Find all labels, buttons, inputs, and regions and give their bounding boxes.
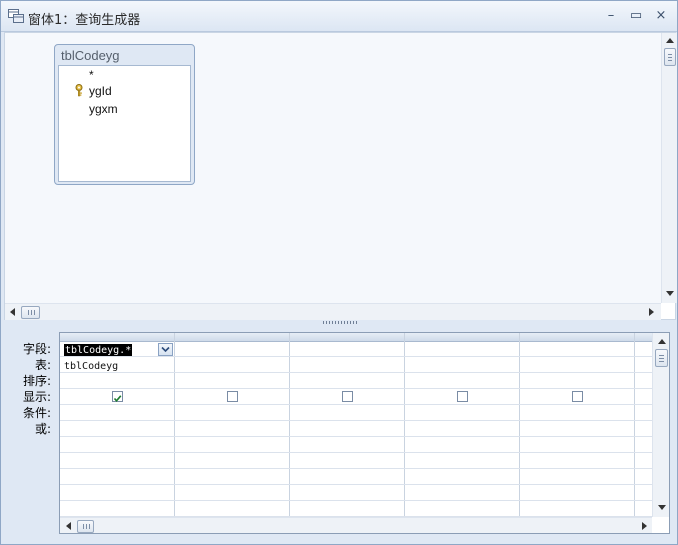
query-builder-window: 窗体1：查询生成器 – ▭ × tblCodeyg * ygId ygxm 字段… — [0, 0, 678, 545]
grid-column-6[interactable] — [635, 333, 652, 517]
upper-vertical-scrollbar[interactable] — [661, 33, 677, 303]
grid-column-4[interactable] — [405, 333, 520, 517]
pane-splitter[interactable] — [1, 320, 677, 326]
chevron-down-icon — [161, 346, 170, 353]
upper-horizontal-scrollbar[interactable] — [5, 303, 661, 320]
grid-scroll-right-arrow-icon[interactable] — [642, 522, 647, 530]
window-title: 窗体1：查询生成器 — [28, 13, 141, 28]
row-label-show: 显示: — [22, 390, 51, 404]
grid-column-3[interactable] — [290, 333, 405, 517]
minimize-button[interactable]: – — [601, 7, 621, 25]
table-field-list[interactable]: tblCodeyg * ygId ygxm — [54, 44, 195, 185]
query-design-grid[interactable]: tblCodeyg.* tblCodeyg — [59, 332, 670, 534]
scroll-left-arrow-icon[interactable] — [10, 308, 15, 316]
row-label-table: 表: — [34, 358, 51, 372]
field-item-ygxm[interactable]: ygxm — [89, 102, 118, 116]
diagram-canvas[interactable]: tblCodeyg * ygId ygxm — [5, 33, 661, 303]
grid-scroll-left-arrow-icon[interactable] — [66, 522, 71, 530]
grid-scroll-up-arrow-icon[interactable] — [658, 339, 666, 344]
scroll-down-arrow-icon[interactable] — [666, 291, 674, 296]
field-item-ygid[interactable]: ygId — [89, 84, 112, 98]
field-item-all[interactable]: * — [89, 68, 94, 82]
show-checkbox-3[interactable] — [342, 391, 353, 402]
scroll-right-arrow-icon[interactable] — [649, 308, 654, 316]
grid-horizontal-scrollbar[interactable] — [60, 517, 652, 533]
upper-vertical-scroll-thumb[interactable] — [664, 48, 676, 66]
show-checkbox-4[interactable] — [457, 391, 468, 402]
grid-vertical-scrollbar[interactable] — [652, 333, 669, 517]
splitter-grip-icon[interactable] — [323, 321, 359, 324]
maximize-button[interactable]: ▭ — [626, 7, 646, 25]
close-button[interactable]: × — [651, 7, 671, 25]
upper-horizontal-scroll-thumb[interactable] — [21, 306, 40, 319]
show-checkbox-2[interactable] — [227, 391, 238, 402]
title-bar[interactable]: 窗体1：查询生成器 – ▭ × — [1, 1, 677, 32]
row-label-or: 或: — [34, 422, 51, 436]
grid-column-2[interactable] — [175, 333, 290, 517]
grid-vertical-scroll-thumb[interactable] — [655, 349, 668, 367]
field-cell-value[interactable]: tblCodeyg.* — [64, 344, 133, 357]
field-dropdown-button[interactable] — [158, 343, 173, 356]
field-list[interactable]: * ygId ygxm — [58, 65, 191, 182]
grid-horizontal-scroll-thumb[interactable] — [77, 520, 94, 533]
row-label-field: 字段: — [22, 342, 51, 356]
table-cell-value[interactable]: tblCodeyg — [64, 361, 118, 372]
key-icon — [75, 84, 85, 97]
grid-column-5[interactable] — [520, 333, 635, 517]
row-label-criteria: 条件: — [22, 406, 51, 420]
checkmark-icon — [113, 395, 122, 403]
query-builder-icon — [8, 9, 24, 23]
grid-scroll-down-arrow-icon[interactable] — [658, 505, 666, 510]
show-checkbox-1[interactable] — [112, 391, 123, 403]
table-name[interactable]: tblCodeyg — [61, 48, 120, 63]
show-checkbox-5[interactable] — [572, 391, 583, 402]
table-diagram-pane[interactable]: tblCodeyg * ygId ygxm — [4, 32, 677, 320]
scroll-up-arrow-icon[interactable] — [666, 38, 674, 43]
row-label-sort: 排序: — [22, 374, 51, 388]
grid-column-1[interactable]: tblCodeyg.* tblCodeyg — [60, 333, 175, 517]
